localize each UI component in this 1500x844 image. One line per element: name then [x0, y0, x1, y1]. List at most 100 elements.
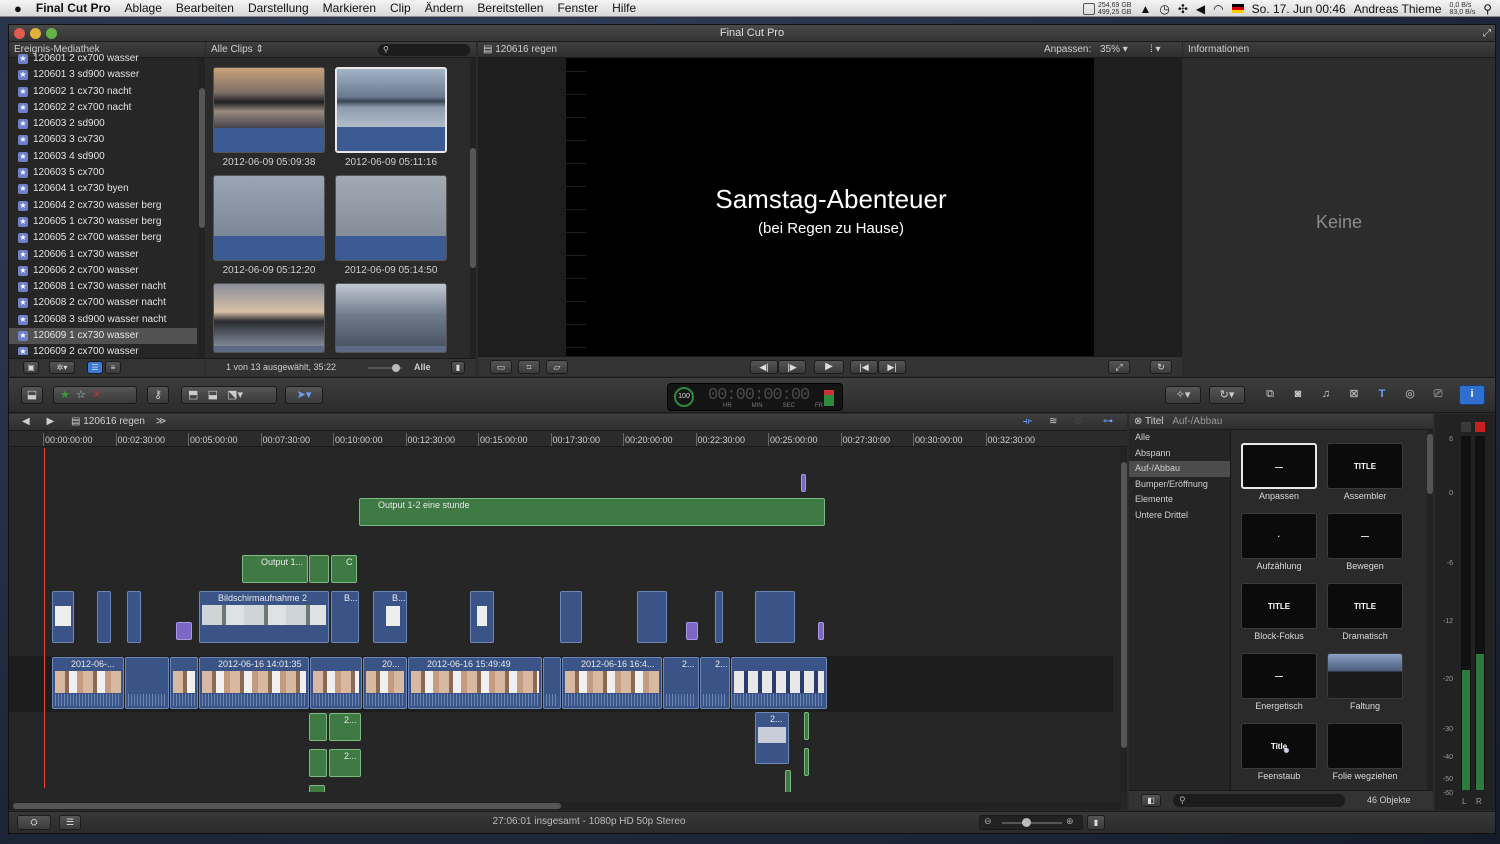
browser-search-field[interactable]: ⚲	[378, 44, 470, 56]
wifi-icon[interactable]: ◠	[1213, 2, 1223, 16]
append-icon[interactable]: ⬔▾	[227, 389, 243, 401]
menu-darstellung[interactable]: Darstellung	[241, 1, 316, 15]
retime-icon[interactable]: ↻▾	[1209, 386, 1245, 404]
titles-category-item[interactable]: Untere Drittel	[1129, 508, 1230, 524]
primary-clip-1[interactable]: 2012-06-...	[52, 657, 124, 709]
connect-icon[interactable]: ⬒	[188, 389, 198, 401]
library-event-item[interactable]: ★ 120609 2 cx700 wasser	[9, 344, 197, 355]
audio-clip-5[interactable]	[804, 748, 809, 776]
keyword-icon[interactable]: ⚷	[147, 386, 169, 404]
titles-category-item[interactable]: Auf-/Abbau	[1129, 461, 1230, 477]
themes-browser-icon[interactable]: ⎚	[1427, 386, 1449, 404]
unrate-icon[interactable]: ☆	[76, 389, 86, 401]
enhance-icon[interactable]: ✧▾	[1165, 386, 1201, 404]
solo-icon[interactable]: ◌	[1075, 414, 1081, 430]
audio-clip-3[interactable]	[309, 785, 325, 792]
connected-clip-4[interactable]	[470, 591, 494, 643]
titles-category-item[interactable]: Abspann	[1129, 446, 1230, 462]
time-machine-icon[interactable]: ◷	[1159, 2, 1169, 16]
audio-clip-2[interactable]	[309, 749, 327, 777]
library-event-item[interactable]: ★ 120608 2 cx700 wasser nacht	[9, 295, 197, 311]
insert-icon[interactable]: ⬓	[208, 389, 218, 401]
audio-skimming-icon[interactable]: ≋	[1049, 414, 1057, 430]
menu-aendern[interactable]: Ändern	[418, 1, 471, 15]
apple-menu-icon[interactable]: ●	[0, 1, 29, 16]
titles-category-item[interactable]: Alle	[1129, 430, 1230, 446]
step-back-icon[interactable]: ◀|	[750, 360, 778, 374]
library-event-item[interactable]: ★ 120601 3 sd900 wasser	[9, 67, 197, 83]
audio-clip-g1[interactable]: 2...	[329, 713, 361, 741]
step-forward-icon[interactable]: |▶	[778, 360, 806, 374]
flag-icon[interactable]	[1231, 4, 1244, 13]
connected-clip-5[interactable]	[560, 591, 582, 643]
library-event-item[interactable]: ★ 120605 1 cx730 wasser berg	[9, 214, 197, 230]
close-window-button[interactable]	[14, 28, 25, 39]
music-browser-icon[interactable]: ♫	[1315, 386, 1337, 404]
timecode-display[interactable]: 100 00:00:00:00 HR MIN SEC FR	[667, 383, 843, 411]
go-start-icon[interactable]: |◀	[850, 360, 878, 374]
distort-icon[interactable]: ▱	[546, 360, 568, 374]
clip-screen-recording[interactable]: Bildschirmaufnahme 2	[199, 591, 329, 643]
thumb-size-slider[interactable]	[368, 364, 402, 372]
go-end-icon[interactable]: ▶|	[878, 360, 906, 374]
title-clip-1[interactable]	[176, 622, 192, 640]
rating-buttons[interactable]: ★ ☆ ✕	[53, 386, 137, 404]
clip-thumb-4[interactable]	[335, 175, 447, 261]
clip-thumb-6[interactable]	[335, 283, 447, 353]
clip-output-c[interactable]: C	[331, 555, 357, 583]
zoom-select[interactable]: 35% ▾	[1100, 42, 1128, 58]
clip-b2[interactable]: B...	[373, 591, 407, 643]
menu-ablage[interactable]: Ablage	[118, 1, 169, 15]
titles-category-item[interactable]: Bumper/Eröffnung	[1129, 477, 1230, 493]
library-event-item[interactable]: ★ 120603 2 sd900	[9, 116, 197, 132]
menu-markieren[interactable]: Markieren	[316, 1, 383, 15]
transitions-browser-icon[interactable]: ⊠	[1343, 386, 1365, 404]
browser-filter-menu[interactable]: Alle	[414, 362, 431, 372]
library-event-item[interactable]: ★ 120603 3 cx730	[9, 132, 197, 148]
connected-clip-8[interactable]	[755, 591, 795, 643]
snapping-icon[interactable]: ⊶	[1103, 414, 1113, 430]
menu-bearbeiten[interactable]: Bearbeiten	[169, 1, 241, 15]
connected-clip-1[interactable]	[52, 591, 74, 643]
title-clip-2[interactable]	[686, 622, 698, 640]
title-template-item[interactable]: TITLE Assembler	[1326, 443, 1404, 501]
browser-filter[interactable]: Alle Clips ⇕	[211, 42, 264, 57]
sidebar-toggle-icon[interactable]: ◧	[1141, 794, 1161, 807]
clip-output-short[interactable]: Output 1...	[242, 555, 308, 583]
clip-output-mid[interactable]	[309, 555, 329, 583]
title-template-item[interactable]: Faltung	[1326, 653, 1404, 711]
zoom-slider[interactable]: ⊖ ⊕	[979, 815, 1083, 830]
library-event-item[interactable]: ★ 120605 2 cx700 wasser berg	[9, 230, 197, 246]
history-icon[interactable]: ≫	[156, 416, 166, 427]
clip-thumb-3[interactable]	[213, 175, 325, 261]
titles-search-field[interactable]: ⚲	[1173, 794, 1345, 807]
timeline-vscrollbar[interactable]	[1121, 448, 1127, 792]
titles-category-item[interactable]: Elemente	[1129, 492, 1230, 508]
primary-clip-2[interactable]	[125, 657, 169, 709]
connected-clip-6[interactable]	[637, 591, 667, 643]
title-clip-top[interactable]	[801, 474, 806, 492]
primary-clip-7[interactable]: 2012-06-16 15:49:49	[408, 657, 542, 709]
menu-app-name[interactable]: Final Cut Pro	[29, 1, 118, 15]
list-view-icon[interactable]: ≡	[105, 361, 121, 374]
disk-status[interactable]: 254,69 GB 499,25 GB	[1082, 2, 1131, 16]
play-icon[interactable]: ▶	[814, 360, 844, 374]
clip-b1[interactable]: B...	[331, 591, 359, 643]
filmstrip-view-icon[interactable]: ☰	[87, 361, 103, 374]
library-event-item[interactable]: ★ 120603 5 cx700	[9, 165, 197, 181]
playhead[interactable]	[44, 448, 45, 788]
connected-clip-low[interactable]: 2...	[755, 712, 789, 764]
reject-icon[interactable]: ✕	[92, 389, 101, 401]
title-template-item[interactable]: TITLE Dramatisch	[1326, 583, 1404, 641]
generators-browser-icon[interactable]: ◎	[1399, 386, 1421, 404]
audio-clip-1[interactable]	[309, 713, 327, 741]
forward-icon[interactable]: ▶	[46, 416, 54, 427]
title-template-item[interactable]: TITLE Block-Fokus	[1240, 583, 1318, 641]
timeline-tracks[interactable]: Output 1-2 eine stunde Output 1... C Bil…	[9, 448, 1127, 792]
primary-clip-3[interactable]	[170, 657, 198, 709]
title-template-item[interactable]: — Anpassen	[1240, 443, 1318, 501]
title-clip-3[interactable]	[818, 622, 824, 640]
library-event-item[interactable]: ★ 120608 3 sd900 wasser nacht	[9, 312, 197, 328]
zoom-in-icon[interactable]: ⊕	[1066, 816, 1074, 827]
connected-clip-3[interactable]	[127, 591, 141, 643]
